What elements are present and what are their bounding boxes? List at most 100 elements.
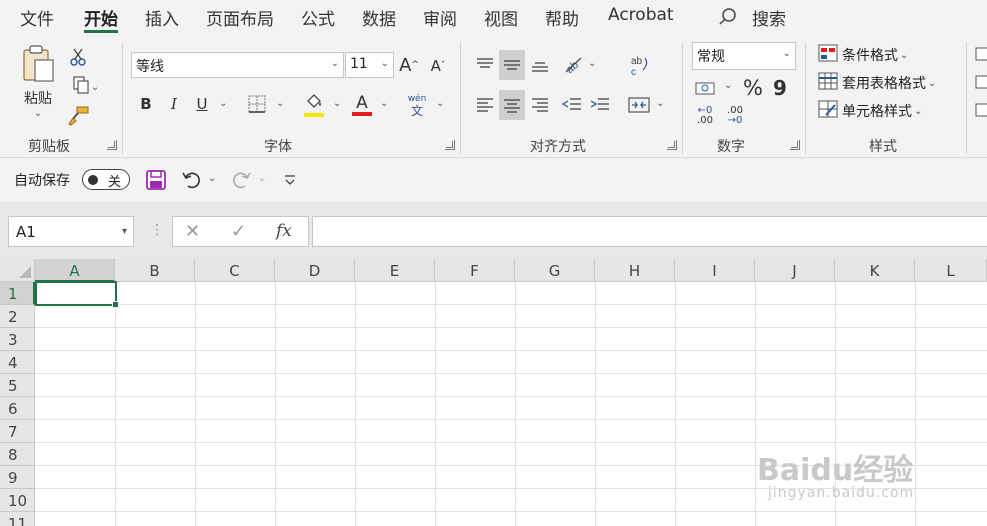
cut-icon[interactable] — [68, 46, 88, 68]
increase-indent-icon[interactable] — [587, 90, 613, 118]
row-header-7[interactable]: 7 — [0, 420, 35, 443]
format-painter-icon[interactable] — [67, 104, 91, 128]
copy-dropdown-icon[interactable]: ⌄ — [91, 82, 99, 93]
number-launcher-icon[interactable] — [790, 140, 800, 150]
align-left-icon[interactable] — [472, 90, 498, 118]
align-right-icon[interactable] — [527, 90, 553, 118]
undo-icon[interactable] — [180, 168, 204, 192]
increase-decimal-button[interactable]: ←0.00 — [693, 104, 717, 128]
italic-button[interactable]: I — [164, 92, 184, 116]
column-header-b[interactable]: B — [115, 259, 195, 282]
clipboard-launcher-icon[interactable] — [107, 140, 117, 150]
currency-icon[interactable] — [693, 76, 719, 100]
align-middle-icon[interactable] — [499, 50, 525, 80]
redo-icon[interactable] — [229, 168, 253, 192]
tab-help[interactable]: 帮助 — [545, 5, 579, 30]
orientation-dropdown-icon[interactable]: ⌄ — [588, 58, 596, 69]
column-header-h[interactable]: H — [595, 259, 675, 282]
paste-dropdown-icon[interactable]: ⌄ — [34, 108, 42, 119]
copy-button[interactable]: ⌄ — [66, 76, 106, 98]
selected-cell-a1[interactable] — [35, 281, 119, 308]
column-header-c[interactable]: C — [195, 259, 275, 282]
row-header-8[interactable]: 8 — [0, 443, 35, 466]
redo-dropdown-icon[interactable]: ⌄ — [258, 173, 266, 184]
search-icon[interactable] — [718, 7, 738, 31]
shrink-font-button[interactable]: Aˇ — [427, 54, 449, 78]
cell-styles-button[interactable]: 单元格样式 ⌄ — [818, 100, 922, 122]
font-color-dropdown-icon[interactable]: ⌄ — [380, 98, 388, 109]
row-header-9[interactable]: 9 — [0, 466, 35, 489]
align-bottom-icon[interactable] — [527, 52, 553, 80]
enter-icon[interactable]: ✓ — [231, 221, 246, 242]
percent-button[interactable]: % — [741, 74, 765, 102]
insert-function-icon[interactable]: fx — [276, 221, 292, 241]
column-header-l[interactable]: L — [915, 259, 987, 282]
search-label[interactable]: 搜索 — [752, 5, 786, 30]
fill-color-dropdown-icon[interactable]: ⌄ — [333, 98, 341, 109]
phonetic-dropdown-icon[interactable]: ⌄ — [436, 98, 444, 109]
tab-view[interactable]: 视图 — [484, 5, 518, 30]
vertical-ellipsis-icon[interactable]: ⋮ — [150, 222, 164, 238]
font-color-button[interactable]: A — [350, 91, 374, 119]
underline-button[interactable]: U — [192, 92, 212, 116]
underline-dropdown-icon[interactable]: ⌄ — [219, 98, 227, 109]
autosave-toggle[interactable]: 关 — [82, 169, 130, 190]
insert-cells-icon[interactable] — [974, 44, 987, 64]
paste-button[interactable]: 粘贴 ⌄ — [18, 44, 58, 119]
column-header-e[interactable]: E — [355, 259, 435, 282]
tab-file[interactable]: 文件 — [20, 5, 54, 30]
cancel-icon[interactable]: ✕ — [185, 221, 200, 242]
tab-insert[interactable]: 插入 — [145, 5, 179, 30]
tab-home[interactable]: 开始 — [84, 5, 118, 30]
row-header-1[interactable]: 1 — [0, 282, 35, 305]
borders-icon[interactable] — [246, 93, 268, 115]
conditional-formatting-button[interactable]: 条件格式 ⌄ — [818, 44, 908, 66]
merge-center-icon[interactable] — [626, 91, 652, 119]
format-as-table-button[interactable]: 套用表格格式 ⌄ — [818, 72, 936, 94]
font-name-select[interactable]: 等线 ⌄ — [131, 52, 344, 78]
font-launcher-icon[interactable] — [445, 140, 455, 150]
column-header-a[interactable]: A — [35, 259, 115, 282]
select-all-button[interactable] — [0, 259, 35, 282]
bold-button[interactable]: B — [136, 92, 156, 116]
row-header-11[interactable]: 11 — [0, 512, 35, 526]
borders-dropdown-icon[interactable]: ⌄ — [276, 98, 284, 109]
decrease-decimal-button[interactable]: .00 →0 — [723, 104, 747, 128]
fill-color-button[interactable] — [302, 92, 326, 118]
name-box[interactable]: A1 ▾ — [8, 216, 134, 247]
column-header-g[interactable]: G — [515, 259, 595, 282]
row-header-4[interactable]: 4 — [0, 351, 35, 374]
worksheet-grid[interactable]: A B C D E F G H I J K L 1 2 3 4 5 6 7 8 … — [0, 259, 987, 526]
customize-qat-icon[interactable] — [281, 170, 299, 190]
column-header-k[interactable]: K — [835, 259, 915, 282]
row-header-6[interactable]: 6 — [0, 397, 35, 420]
row-header-5[interactable]: 5 — [0, 374, 35, 397]
format-cells-icon[interactable] — [974, 100, 987, 120]
alignment-launcher-icon[interactable] — [667, 140, 677, 150]
row-header-2[interactable]: 2 — [0, 305, 35, 328]
chevron-down-icon[interactable]: ▾ — [122, 226, 127, 237]
font-size-select[interactable]: 11 ⌄ — [345, 52, 394, 78]
comma-style-button[interactable]: 9 — [771, 74, 789, 102]
grow-font-button[interactable]: A ^ — [398, 52, 420, 78]
column-header-j[interactable]: J — [755, 259, 835, 282]
column-header-f[interactable]: F — [435, 259, 515, 282]
phonetic-guide-button[interactable]: wén 文 — [404, 93, 430, 119]
align-top-icon[interactable] — [472, 50, 498, 78]
decrease-indent-icon[interactable] — [559, 90, 585, 118]
tab-acrobat[interactable]: Acrobat — [608, 5, 674, 25]
number-format-select[interactable]: 常规 ⌄ — [692, 42, 796, 70]
tab-formulas[interactable]: 公式 — [301, 5, 335, 30]
formula-input[interactable] — [312, 216, 987, 247]
merge-dropdown-icon[interactable]: ⌄ — [656, 98, 664, 109]
save-icon[interactable] — [144, 168, 168, 192]
delete-cells-icon[interactable] — [974, 72, 987, 92]
tab-review[interactable]: 审阅 — [423, 5, 457, 30]
align-center-icon[interactable] — [499, 90, 525, 120]
column-header-i[interactable]: I — [675, 259, 755, 282]
row-header-10[interactable]: 10 — [0, 489, 35, 512]
tab-page-layout[interactable]: 页面布局 — [206, 5, 274, 30]
column-header-d[interactable]: D — [275, 259, 355, 282]
currency-dropdown-icon[interactable]: ⌄ — [724, 80, 732, 91]
row-header-3[interactable]: 3 — [0, 328, 35, 351]
